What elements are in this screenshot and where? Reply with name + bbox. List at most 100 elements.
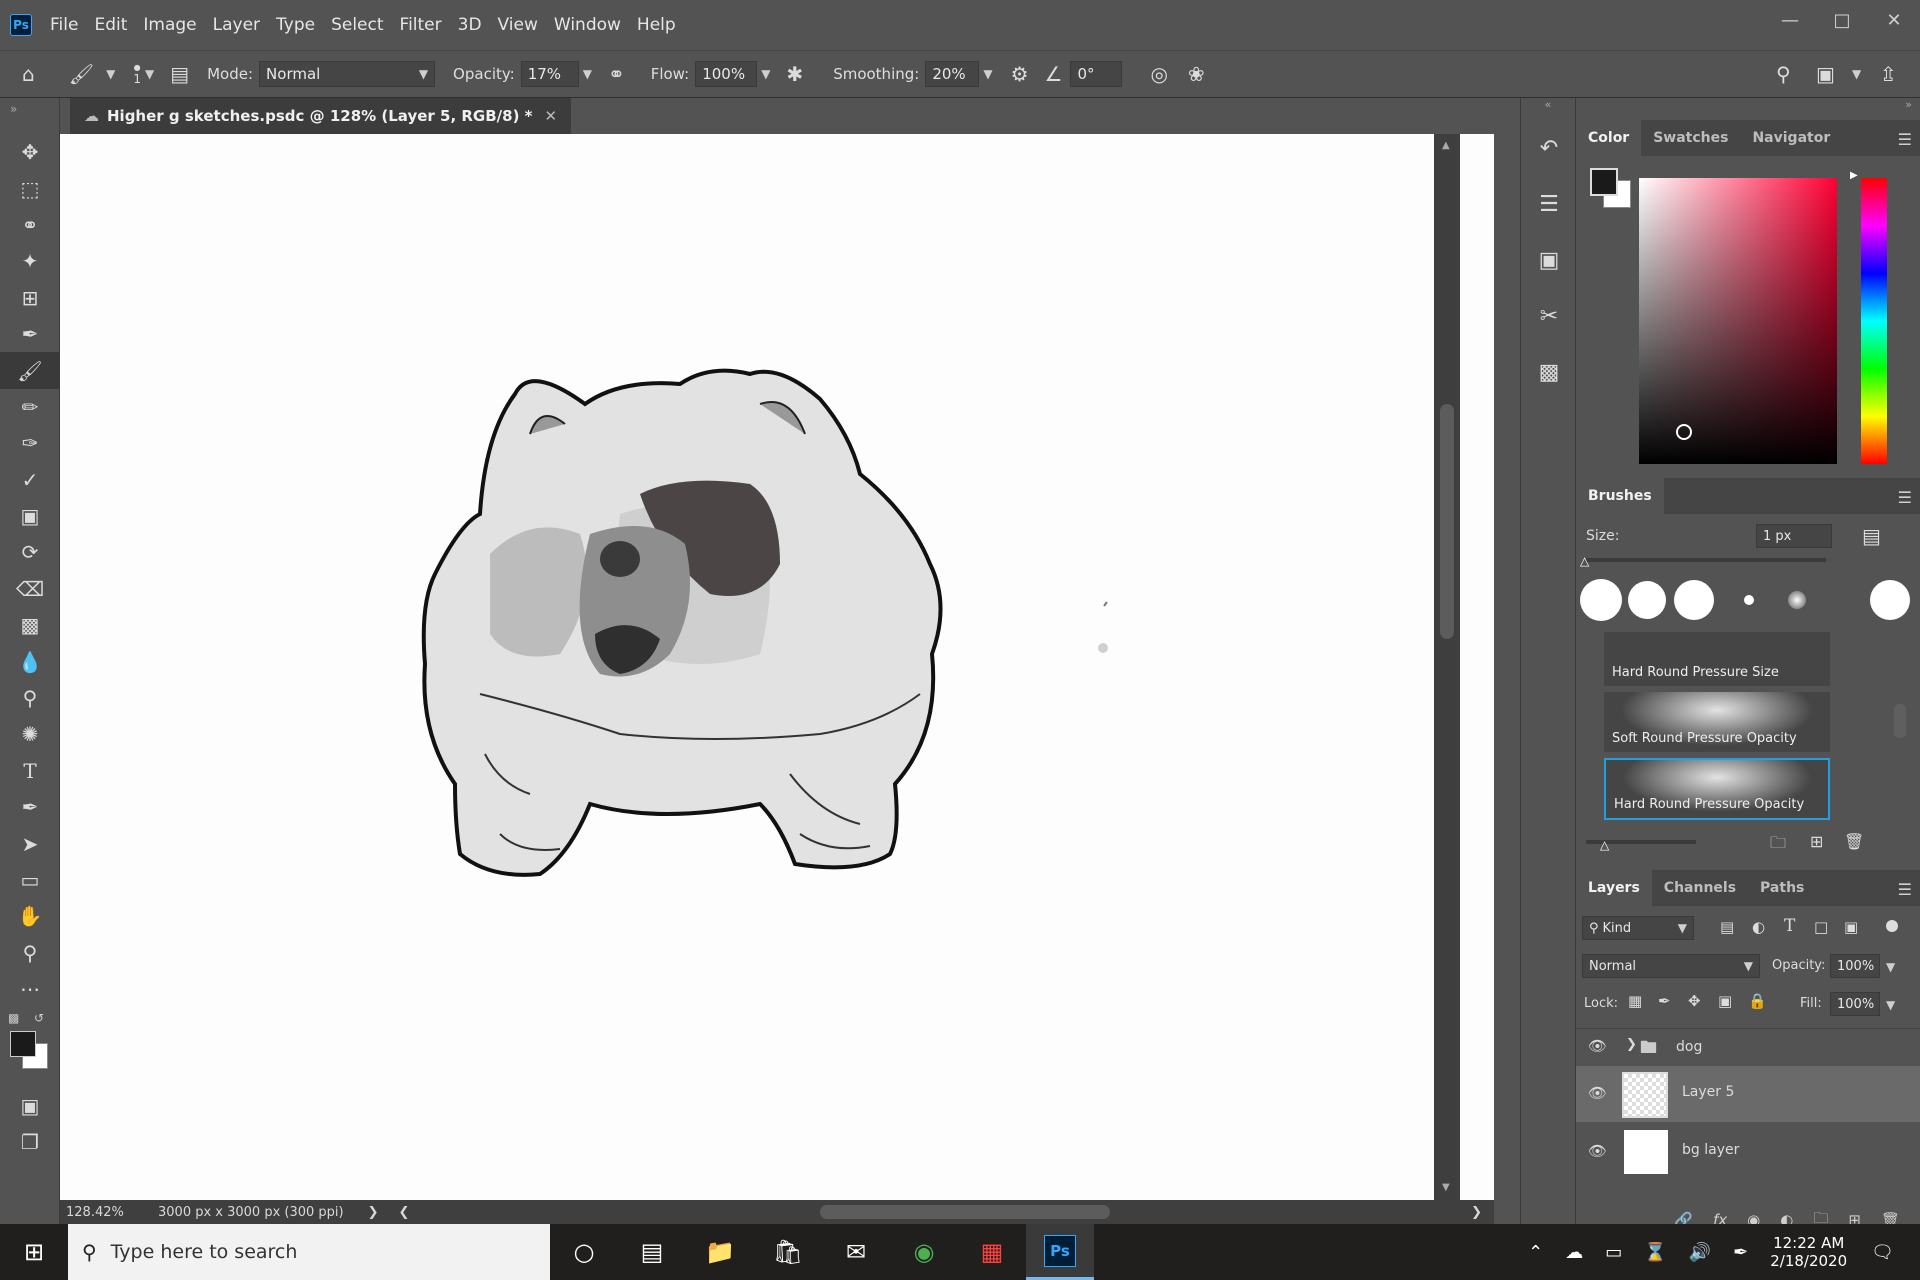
brush-preset-item[interactable]: Soft Round Pressure Opacity bbox=[1604, 692, 1830, 752]
pressure-size-icon[interactable]: ◎ bbox=[1150, 62, 1167, 86]
hue-slider-marker[interactable]: ▶ bbox=[1850, 170, 1858, 181]
search-icon[interactable]: ⚲ bbox=[1776, 62, 1791, 86]
airbrush-icon[interactable]: ✱ bbox=[786, 62, 803, 86]
brush-tip-large[interactable] bbox=[1870, 580, 1910, 620]
quick-select-tool-icon[interactable]: ✦ bbox=[0, 243, 60, 279]
pen-workspace-icon[interactable]: ✒ bbox=[1733, 1242, 1748, 1263]
file-explorer-icon[interactable]: 📁 bbox=[686, 1224, 754, 1280]
scroll-left-icon[interactable]: ❮ bbox=[399, 1205, 410, 1220]
brush-tip-small[interactable] bbox=[1744, 595, 1754, 605]
menu-view[interactable]: View bbox=[490, 15, 546, 35]
mode-select[interactable]: Normal ▼ bbox=[259, 61, 436, 87]
lock-transparent-icon[interactable]: ▦ bbox=[1628, 992, 1642, 1010]
panel-menu-icon[interactable]: ☰ bbox=[1898, 488, 1912, 507]
healing-brush-tool-icon[interactable]: ✓ bbox=[0, 462, 60, 498]
path-selection-tool-icon[interactable]: ➤ bbox=[0, 825, 60, 861]
menu-type[interactable]: Type bbox=[268, 15, 323, 35]
layer-row-selected[interactable]: 👁 Layer 5 bbox=[1576, 1066, 1920, 1122]
home-icon[interactable]: ⌂ bbox=[22, 62, 35, 86]
menu-edit[interactable]: Edit bbox=[86, 15, 135, 35]
cortana-icon[interactable]: ○ bbox=[550, 1224, 618, 1280]
adjustments-panel-icon[interactable]: ▩ bbox=[1521, 344, 1577, 400]
gradient-tool-icon[interactable]: ▩ bbox=[0, 607, 60, 643]
eyedropper-tool-icon[interactable]: ✒ bbox=[0, 316, 60, 352]
panel-menu-icon[interactable]: ☰ bbox=[1898, 880, 1912, 899]
filter-type-icon[interactable]: T bbox=[1784, 916, 1795, 936]
tab-paths[interactable]: Paths bbox=[1748, 870, 1816, 906]
brush-list-scroll-thumb[interactable] bbox=[1894, 704, 1906, 738]
minimize-button[interactable]: — bbox=[1764, 0, 1816, 40]
brush-preset-item[interactable]: Hard Round Pressure Size bbox=[1604, 632, 1830, 686]
zoom-tool-icon[interactable]: ⚲ bbox=[0, 935, 60, 971]
close-tab-icon[interactable]: ✕ bbox=[545, 107, 558, 125]
photoshop-taskbar-icon[interactable]: Ps bbox=[1026, 1224, 1094, 1280]
taskbar-search-box[interactable]: ⚲ Type here to search bbox=[68, 1224, 550, 1280]
tab-navigator[interactable]: Navigator bbox=[1740, 120, 1842, 156]
stamp-tool-icon[interactable]: ▣ bbox=[0, 498, 60, 534]
default-colors-icon[interactable]: ▩ bbox=[8, 1011, 19, 1025]
gear-icon[interactable]: ⚙ bbox=[1011, 62, 1029, 86]
clock[interactable]: 12:22 AM 2/18/2020 bbox=[1770, 1234, 1847, 1270]
sponge-tool-icon[interactable]: ✺ bbox=[0, 716, 60, 752]
vertical-scrollbar[interactable]: ▲ ▼ bbox=[1434, 134, 1460, 1200]
menu-file[interactable]: File bbox=[42, 15, 86, 35]
brush-tool-preset-icon[interactable]: 🖌 bbox=[69, 62, 94, 86]
brush-tip-hard-round-2[interactable] bbox=[1628, 581, 1666, 619]
tab-color[interactable]: Color bbox=[1576, 120, 1642, 156]
status-expand-icon[interactable]: ❯ bbox=[368, 1205, 379, 1220]
symmetry-butterfly-icon[interactable]: ❀ bbox=[1188, 62, 1205, 86]
swap-colors-icon[interactable]: ↺ bbox=[34, 1011, 44, 1025]
tool-presets-panel-icon[interactable]: ✂ bbox=[1521, 288, 1577, 344]
visibility-eye-icon[interactable]: 👁 bbox=[1588, 1142, 1607, 1160]
more-tools-icon[interactable]: ⋯ bbox=[0, 971, 60, 1007]
brush-preset-item-selected[interactable]: Hard Round Pressure Opacity bbox=[1604, 758, 1830, 820]
mail-icon[interactable]: ✉ bbox=[822, 1224, 890, 1280]
chevron-down-icon[interactable]: ▼ bbox=[1852, 67, 1861, 81]
brush-size-slider-handle[interactable]: △ bbox=[1580, 554, 1589, 568]
smoothing-input[interactable]: 20% bbox=[925, 61, 980, 87]
document-tab[interactable]: ☁ Higher g sketches.psdc @ 128% (Layer 5… bbox=[70, 98, 572, 134]
foreground-color-swatch[interactable] bbox=[10, 1031, 36, 1058]
color-panel-foreground-swatch[interactable] bbox=[1590, 168, 1618, 196]
brush-settings-panel-icon[interactable]: ☰ bbox=[1521, 176, 1577, 232]
notifications-icon[interactable]: 🗨 bbox=[1871, 1242, 1894, 1263]
move-tool-icon[interactable]: ✥ bbox=[0, 134, 60, 170]
store-icon[interactable]: 🛍 bbox=[754, 1224, 822, 1280]
filter-shape-icon[interactable]: □ bbox=[1814, 918, 1828, 936]
workspace-icon[interactable]: ▣ bbox=[1816, 62, 1835, 86]
chevron-down-icon[interactable]: ▼ bbox=[106, 67, 115, 81]
filter-smart-object-icon[interactable]: ▣ bbox=[1844, 918, 1858, 936]
vertical-scroll-thumb[interactable] bbox=[1440, 404, 1454, 639]
rectangle-tool-icon[interactable]: ▭ bbox=[0, 862, 60, 898]
horizontal-scroll-thumb[interactable] bbox=[820, 1205, 1110, 1219]
tab-brushes[interactable]: Brushes bbox=[1576, 478, 1664, 514]
tab-channels[interactable]: Channels bbox=[1652, 870, 1748, 906]
collapse-panels-icon[interactable]: » bbox=[1576, 98, 1920, 120]
maximize-button[interactable]: □ bbox=[1816, 0, 1868, 40]
color-picker-cursor[interactable] bbox=[1676, 424, 1692, 440]
visibility-eye-icon[interactable]: 👁 bbox=[1588, 1084, 1607, 1102]
filter-toggle[interactable] bbox=[1886, 920, 1898, 932]
new-brush-group-icon[interactable]: 🗀 bbox=[1770, 832, 1786, 859]
angle-input[interactable]: 0° bbox=[1070, 61, 1123, 87]
lock-all-icon[interactable]: 🔒 bbox=[1748, 992, 1767, 1010]
close-window-button[interactable]: ✕ bbox=[1868, 0, 1920, 40]
new-brush-icon[interactable]: ▤ bbox=[1862, 524, 1881, 548]
chevron-down-icon[interactable]: ▼ bbox=[1886, 960, 1895, 974]
menu-help[interactable]: Help bbox=[629, 15, 684, 35]
filter-pixel-icon[interactable]: ▤ bbox=[1720, 918, 1734, 936]
brush-tool-icon[interactable]: 🖌 bbox=[0, 352, 60, 389]
pen-tool-icon[interactable]: ✒ bbox=[0, 789, 60, 825]
history-brush-tool-icon[interactable]: ⟳ bbox=[0, 534, 60, 570]
chrome-icon[interactable]: ◉ bbox=[890, 1224, 958, 1280]
menu-image[interactable]: Image bbox=[135, 15, 204, 35]
menu-select[interactable]: Select bbox=[323, 15, 391, 35]
chevron-down-icon[interactable]: ▼ bbox=[145, 67, 154, 81]
expand-group-icon[interactable]: ❯ bbox=[1626, 1037, 1637, 1052]
blend-mode-select[interactable]: Normal ▼ bbox=[1582, 954, 1760, 978]
screen-mode-icon[interactable]: ❐ bbox=[0, 1124, 60, 1160]
scroll-down-icon[interactable]: ▼ bbox=[1442, 1182, 1450, 1193]
pencil-tool-icon[interactable]: ✏ bbox=[0, 389, 60, 425]
chevron-down-icon[interactable]: ▼ bbox=[983, 67, 992, 81]
share-icon[interactable]: ⇫ bbox=[1880, 62, 1897, 86]
